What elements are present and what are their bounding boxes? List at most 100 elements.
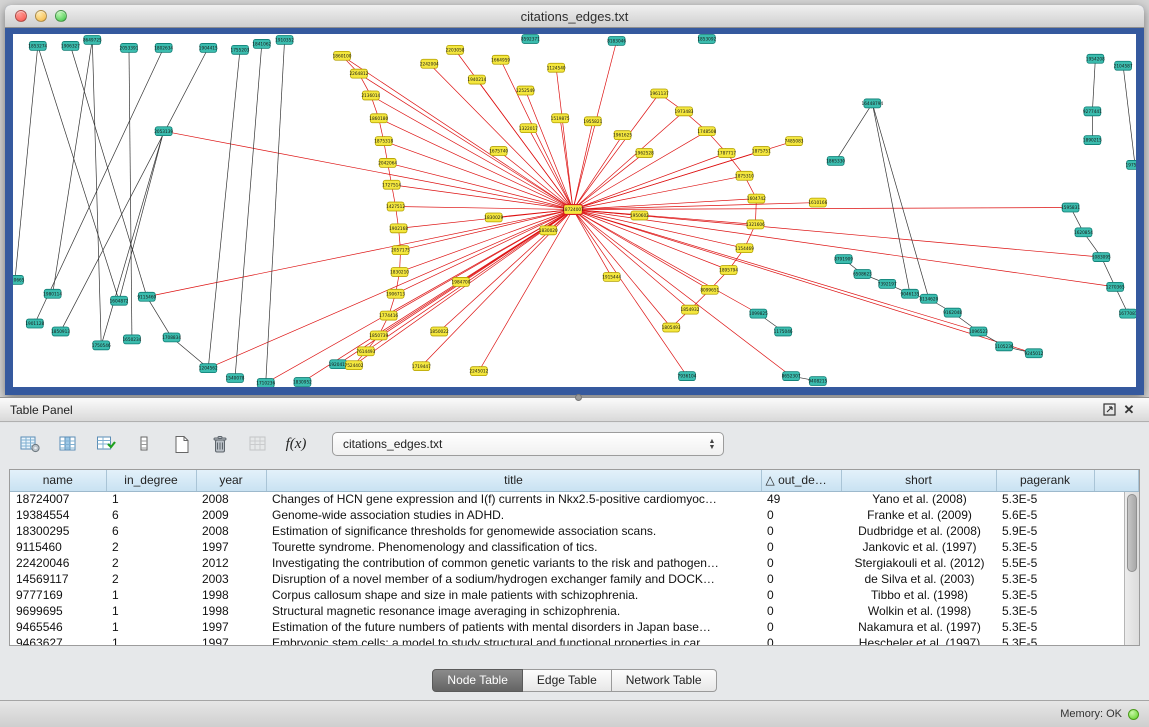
graph-node[interactable]: 1875318 (374, 137, 393, 146)
graph-node[interactable]: 1860180 (369, 114, 388, 123)
graph-node[interactable]: 6508623 (853, 269, 872, 278)
delete-table-button[interactable] (204, 429, 236, 459)
graph-node[interactable]: 1904415 (199, 43, 218, 52)
graph-node[interactable]: 1719447 (412, 362, 431, 371)
graph-node-hub[interactable]: 18724007 (562, 205, 584, 215)
table-row[interactable]: 977716911998Corpus callosum shape and si… (10, 587, 1139, 603)
graph-node[interactable]: 1677081 (1119, 309, 1136, 318)
graph-node[interactable]: 1910352 (275, 35, 294, 44)
graph-node[interactable]: 1727514 (382, 180, 401, 189)
close-window-button[interactable] (15, 10, 27, 22)
graph-node[interactable]: 8592371 (521, 34, 540, 43)
graph-node[interactable]: 7485083 (785, 137, 804, 146)
table-row[interactable]: 969969511998Structural magnetic resonanc… (10, 603, 1139, 619)
graph-node[interactable]: 9408215 (808, 377, 827, 386)
graph-node[interactable]: 16448794 (862, 99, 884, 108)
column-header-year[interactable]: year (196, 470, 266, 491)
graph-node[interactable]: 2264812 (349, 69, 368, 78)
float-panel-icon[interactable] (1099, 401, 1119, 419)
column-header-short[interactable]: short (841, 470, 996, 491)
graph-node[interactable]: 1099825 (749, 309, 768, 318)
table-row[interactable]: 946362711997Embryonic stem cells: a mode… (10, 635, 1139, 646)
close-panel-icon[interactable]: ✕ (1119, 401, 1139, 419)
graph-node[interactable]: 7936104 (678, 372, 697, 381)
table-scrollbar-thumb[interactable] (1127, 494, 1137, 572)
graph-node[interactable]: 1955821 (583, 117, 602, 126)
graph-node[interactable]: 1175046 (774, 327, 793, 336)
graph-node[interactable]: 1595831 (1061, 203, 1080, 212)
graph-node[interactable]: 1830210 (390, 268, 409, 277)
graph-node[interactable]: 8099651 (700, 285, 719, 294)
table-import-button[interactable] (90, 429, 122, 459)
graph-node[interactable]: 1540078 (226, 374, 245, 383)
table-row[interactable]: 1456911722003Disruption of a novel membe… (10, 571, 1139, 587)
table-row[interactable]: 1938455462009Genome-wide association stu… (10, 507, 1139, 523)
column-narrow-button[interactable] (128, 429, 160, 459)
graph-node[interactable]: 8652307 (782, 372, 801, 381)
table-selector-dropdown[interactable]: citations_edges.txt ▲▼ (332, 432, 724, 456)
graph-node[interactable]: 1950602 (630, 211, 649, 220)
graph-node[interactable]: 1321606 (746, 220, 765, 229)
graph-node[interactable]: 1750546 (92, 341, 111, 350)
graph-node[interactable]: 1853274 (28, 41, 47, 50)
graph-node[interactable]: 1802634 (154, 43, 173, 52)
table-columns-button[interactable] (52, 429, 84, 459)
graph-node[interactable]: 2053391 (120, 43, 139, 52)
graph-node[interactable]: 9046135 (901, 289, 920, 298)
function-builder-button[interactable]: f(x) (280, 429, 312, 459)
graph-node[interactable]: 1774416 (379, 311, 398, 320)
graph-node[interactable]: 2053139 (154, 127, 173, 136)
graph-node[interactable]: 1850739 (369, 331, 388, 340)
graph-node[interactable]: 1854932 (681, 305, 700, 314)
graph-node[interactable]: 1322017 (519, 124, 538, 133)
column-header-name[interactable]: name (10, 470, 106, 491)
column-header-in_degree[interactable]: in_degree (106, 470, 196, 491)
graph-node[interactable]: 1973483 (675, 107, 694, 116)
graph-node[interactable]: 1270365 (1106, 282, 1125, 291)
graph-node[interactable]: 1901128 (25, 319, 44, 328)
table-row[interactable]: 946554611997Estimation of the future num… (10, 619, 1139, 635)
window-titlebar[interactable]: citations_edges.txt (5, 5, 1144, 28)
graph-node[interactable]: 1664959 (491, 55, 510, 64)
graph-node[interactable]: 1962528 (635, 149, 654, 158)
graph-node[interactable]: 9245012 (1024, 349, 1043, 358)
graph-node[interactable]: 1083095 (1092, 253, 1111, 262)
graph-node[interactable]: 1875310 (735, 171, 754, 180)
column-header-title[interactable]: title (266, 470, 761, 491)
graph-node[interactable]: 1890215 (1083, 136, 1102, 145)
column-header-out_degree[interactable]: △ out_de… (761, 470, 841, 491)
panel-resize-grip[interactable] (575, 394, 582, 401)
graph-node[interactable]: 1708834 (162, 333, 181, 342)
graph-node[interactable]: 1620854 (1074, 228, 1093, 237)
table-row[interactable]: 2242004622012Investigating the contribut… (10, 555, 1139, 571)
new-table-button[interactable] (166, 429, 198, 459)
table-row[interactable]: 1830029562008Estimation of significance … (10, 523, 1139, 539)
graph-node[interactable]: 1604742 (747, 194, 766, 203)
network-canvas[interactable]: 1853274190632786497252053391180263419044… (13, 34, 1136, 387)
table-row[interactable]: 1872400712008Changes of HCN gene express… (10, 491, 1139, 507)
graph-node[interactable]: 1710236 (256, 379, 275, 387)
graph-node[interactable]: 2042064 (378, 158, 397, 167)
graph-node[interactable]: 1427512 (386, 202, 405, 211)
tab-node-table[interactable]: Node Table (432, 669, 523, 692)
graph-node[interactable]: 1984700 (452, 277, 471, 286)
graph-node[interactable]: 8791909 (834, 255, 853, 264)
graph-node[interactable]: 1650234 (122, 335, 141, 344)
graph-node[interactable]: 1961137 (650, 89, 669, 98)
graph-node[interactable]: 2203058 (446, 45, 465, 54)
graph-node[interactable]: 1860100 (333, 51, 352, 60)
table-settings-button[interactable] (14, 429, 46, 459)
graph-node[interactable]: 1604872 (110, 296, 129, 305)
graph-node[interactable]: 1906713 (386, 289, 405, 298)
graph-node[interactable]: 9162048 (943, 308, 962, 317)
graph-node[interactable]: 1875751 (752, 147, 771, 156)
graph-node[interactable]: 1519875 (551, 114, 570, 123)
table-row[interactable]: 911546021997Tourette syndrome. Phenomeno… (10, 539, 1139, 555)
graph-node[interactable]: 8649725 (83, 35, 102, 44)
graph-node[interactable]: 1850913 (51, 327, 70, 336)
graph-node[interactable]: 1252549 (516, 86, 535, 95)
graph-node[interactable]: 1895794 (719, 266, 738, 275)
graph-node[interactable]: 1787717 (717, 149, 736, 158)
graph-node[interactable]: 1154469 (735, 244, 754, 253)
graph-node[interactable]: 1204562 (199, 364, 218, 373)
